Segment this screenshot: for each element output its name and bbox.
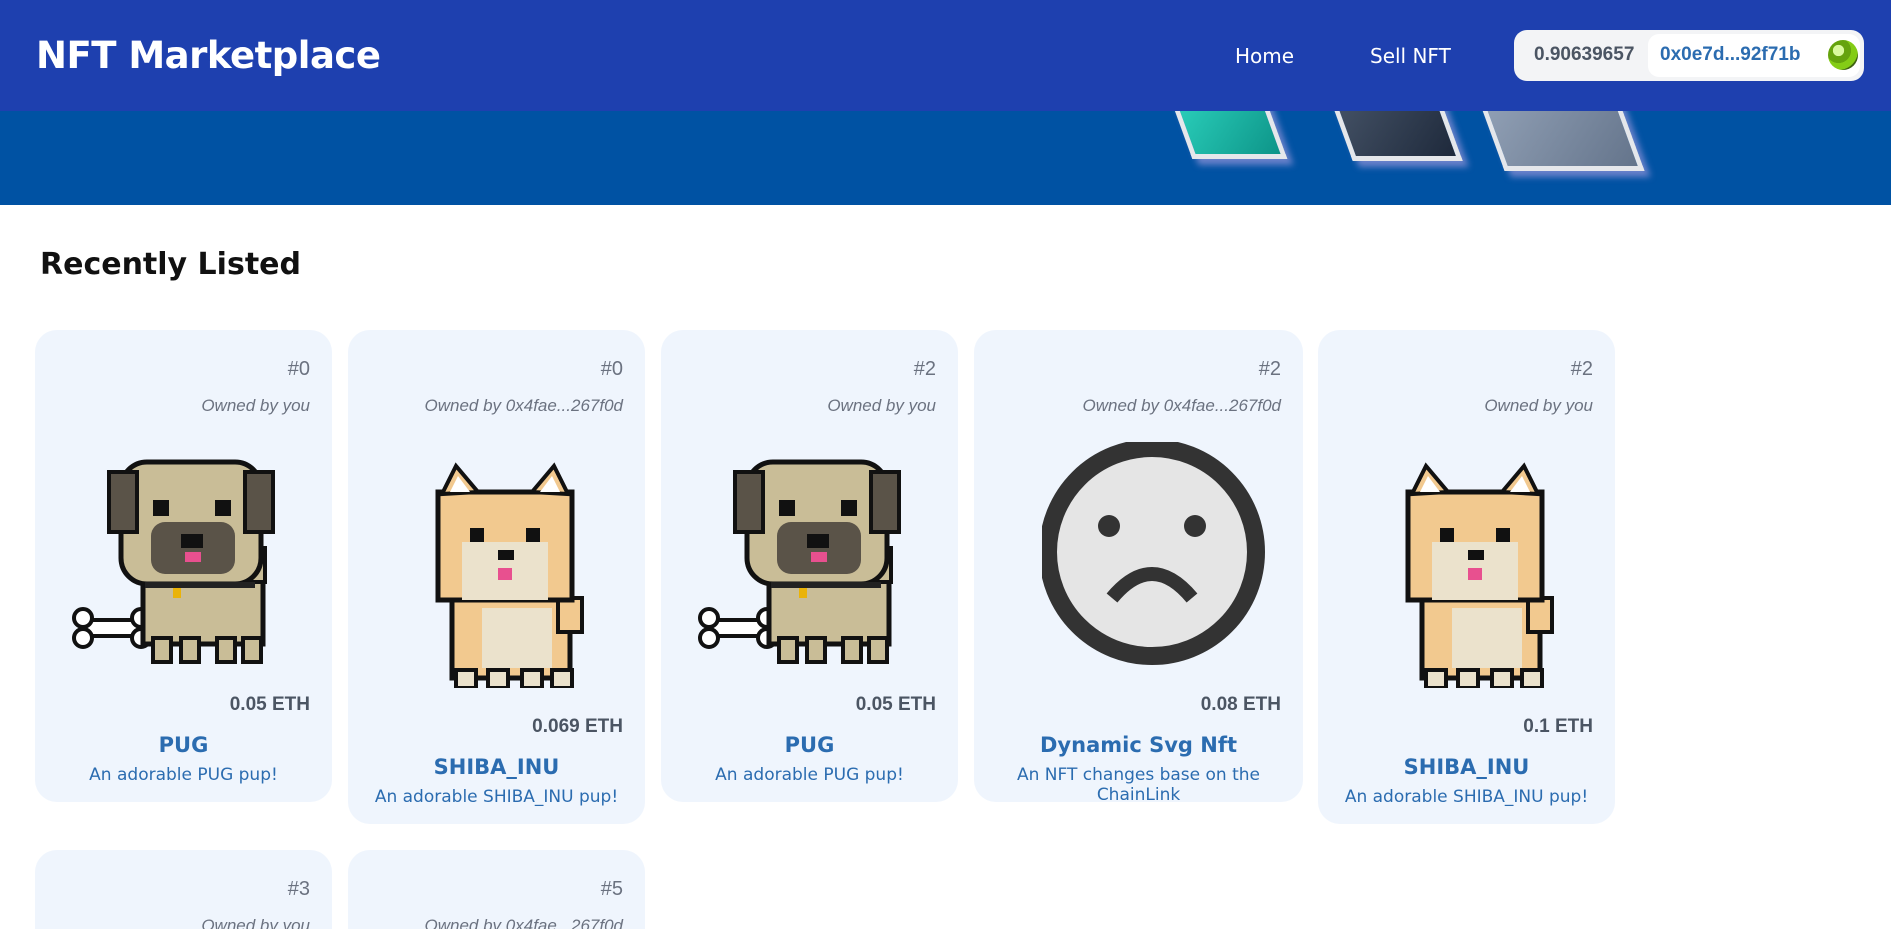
nav-home-link[interactable]: Home	[1235, 44, 1294, 68]
nft-card[interactable]: #2 Owned by you 0.05 ETH PUG An adorable…	[661, 330, 958, 802]
section-title: Recently Listed	[40, 247, 301, 282]
nft-description: An adorable PUG pup!	[89, 765, 278, 785]
nft-card[interactable]: #2 Owned by 0x4fae...267f0d 0.08 ETH Dyn…	[974, 330, 1303, 805]
nft-description: An NFT changes base on the ChainLink	[1016, 765, 1261, 805]
nft-description: An adorable SHIBA_INU pup!	[1344, 787, 1589, 807]
banner-art-frame	[1167, 111, 1288, 159]
banner-art-frame	[1327, 111, 1463, 161]
hero-banner	[0, 111, 1891, 205]
owner-label: Owned by you	[201, 916, 310, 929]
wallet-balance: 0.90639657	[1534, 44, 1635, 65]
brand-title[interactable]: NFT Marketplace	[36, 34, 381, 77]
nft-name: PUG	[158, 733, 209, 757]
nft-card[interactable]: #5 Owned by 0x4fae...267f0d	[348, 850, 645, 929]
price-label: 0.08 ETH	[1200, 694, 1281, 715]
shiba-icon	[1352, 458, 1582, 688]
nft-card[interactable]: #3 Owned by you	[35, 850, 332, 929]
owner-label: Owned by you	[827, 396, 936, 415]
nft-name: SHIBA_INU	[433, 755, 560, 779]
price-label: 0.069 ETH	[532, 716, 623, 737]
top-navbar: NFT Marketplace Home Sell NFT 0.90639657…	[0, 0, 1891, 111]
wallet-address: 0x0e7d...92f71b	[1660, 44, 1801, 65]
owner-label: Owned by you	[201, 396, 310, 415]
nav-sell-nft-link[interactable]: Sell NFT	[1370, 44, 1451, 68]
token-id: #2	[913, 358, 936, 380]
token-id: #2	[1258, 358, 1281, 380]
shiba-icon	[382, 458, 612, 688]
nft-card[interactable]: #0 Owned by 0x4fae...267f0d 0.069 ETH SH…	[348, 330, 645, 824]
price-label: 0.1 ETH	[1523, 716, 1593, 737]
owner-label: Owned by you	[1484, 396, 1593, 415]
nft-description: An adorable PUG pup!	[715, 765, 904, 785]
token-id: #0	[600, 358, 623, 380]
price-label: 0.05 ETH	[855, 694, 936, 715]
token-id: #5	[600, 878, 623, 900]
wallet-connect-button[interactable]: 0.90639657 0x0e7d...92f71b	[1514, 30, 1864, 81]
token-id: #0	[287, 358, 310, 380]
banner-art-frame	[1475, 111, 1645, 171]
token-id: #2	[1570, 358, 1593, 380]
owner-label: Owned by 0x4fae...267f0d	[424, 396, 623, 415]
nft-name: PUG	[784, 733, 835, 757]
wallet-address-pill[interactable]: 0x0e7d...92f71b	[1648, 34, 1860, 77]
price-label: 0.05 ETH	[229, 694, 310, 715]
owner-label: Owned by 0x4fae...267f0d	[1082, 396, 1281, 415]
sad-face-icon	[1042, 442, 1272, 672]
token-id: #3	[287, 878, 310, 900]
nft-card[interactable]: #2 Owned by you 0.1 ETH SHIBA_INU An ado…	[1318, 330, 1615, 824]
pug-icon	[69, 442, 299, 672]
pug-icon	[695, 442, 925, 672]
owner-label: Owned by 0x4fae...267f0d	[424, 916, 623, 929]
nft-name: Dynamic Svg Nft	[1040, 733, 1237, 757]
nft-card[interactable]: #0 Owned by you 0.05 ETH PUG An adorable…	[35, 330, 332, 802]
account-avatar-icon	[1828, 40, 1858, 70]
nft-name: SHIBA_INU	[1403, 755, 1530, 779]
nft-description: An adorable SHIBA_INU pup!	[374, 787, 619, 807]
